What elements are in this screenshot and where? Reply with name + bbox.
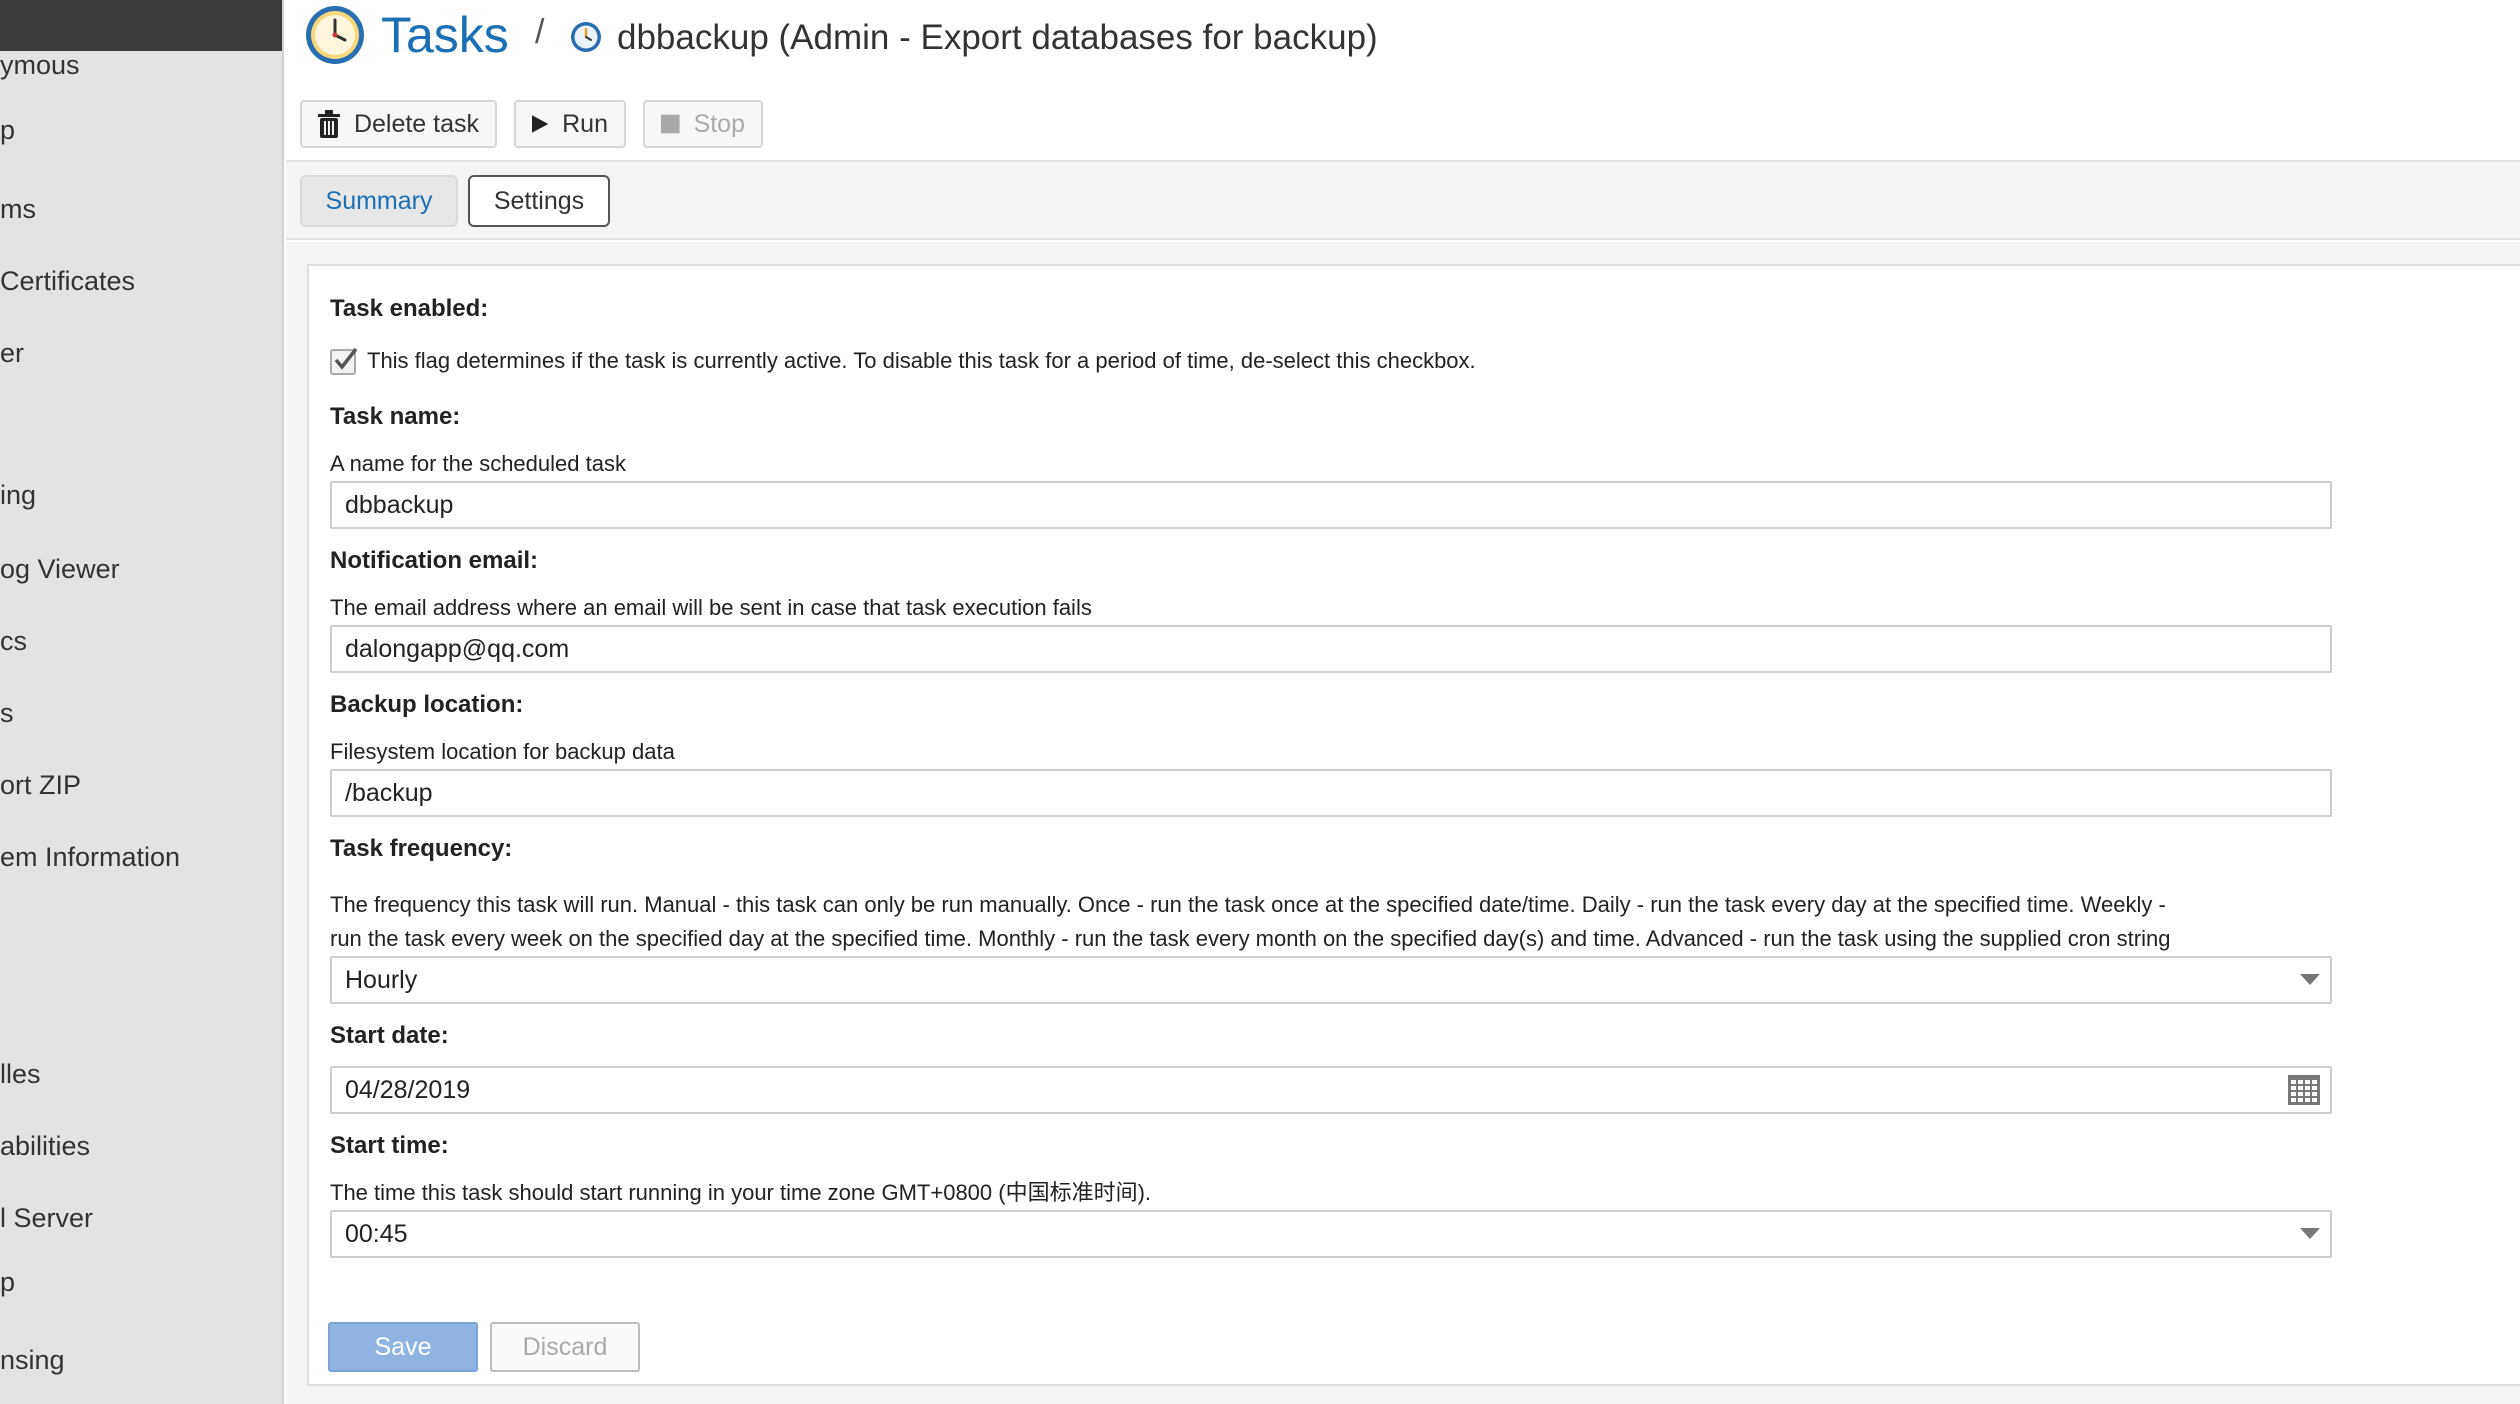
save-button[interactable]: Save — [328, 1322, 478, 1372]
start-date-input[interactable]: 04/28/2019 — [330, 1066, 2332, 1114]
sidebar-item[interactable]: ort ZIP — [0, 768, 81, 802]
sidebar-item[interactable]: ymous — [0, 48, 80, 82]
sidebar-item[interactable]: lles — [0, 1057, 41, 1091]
task-frequency-value: Hourly — [345, 965, 418, 994]
task-name-label: Task name: — [330, 403, 461, 430]
sidebar-top-bar — [0, 0, 282, 51]
breadcrumb-separator: / — [535, 13, 545, 51]
calendar-icon[interactable] — [2288, 1075, 2320, 1105]
discard-button[interactable]: Discard — [490, 1322, 640, 1372]
stop-button[interactable]: Stop — [643, 100, 763, 148]
settings-form: Task enabled: This flag determines if th… — [307, 264, 2520, 1386]
notification-email-input[interactable]: dalongapp@qq.com — [330, 625, 2332, 673]
sidebar-item[interactable]: p — [0, 1265, 15, 1299]
stop-label: Stop — [693, 109, 745, 138]
start-time-label: Start time: — [330, 1132, 449, 1159]
start-time-select[interactable]: 00:45 — [330, 1210, 2332, 1258]
sidebar: ymous p ms Certificates er ing og Viewer… — [0, 0, 284, 1404]
delete-task-label: Delete task — [353, 109, 479, 138]
start-date-label: Start date: — [330, 1022, 449, 1049]
sidebar-item[interactable]: og Viewer — [0, 552, 120, 586]
sidebar-item[interactable]: ing — [0, 478, 36, 512]
task-enabled-help: This flag determines if the task is curr… — [367, 348, 1476, 373]
sidebar-item[interactable]: s — [0, 696, 14, 730]
sidebar-item[interactable]: nsing — [0, 1343, 65, 1377]
sidebar-item[interactable]: l Server — [0, 1201, 93, 1235]
chevron-down-icon — [2300, 974, 2320, 986]
sidebar-item[interactable]: Certificates — [0, 264, 135, 298]
play-icon — [532, 115, 549, 133]
tab-settings[interactable]: Settings — [468, 175, 610, 227]
run-button[interactable]: Run — [514, 100, 626, 148]
chevron-down-icon — [2300, 1228, 2320, 1240]
clock-icon — [306, 6, 364, 64]
sidebar-item[interactable]: er — [0, 336, 24, 370]
task-name-value: dbbackup — [345, 490, 454, 519]
backup-location-label: Backup location: — [330, 691, 524, 718]
notification-email-label: Notification email: — [330, 547, 539, 574]
backup-location-input[interactable]: /backup — [330, 769, 2332, 817]
task-enabled-label: Task enabled: — [330, 295, 489, 322]
page-title: Tasks — [381, 7, 509, 63]
tab-summary[interactable]: Summary — [300, 175, 458, 227]
task-frequency-help: run the task every week on the specified… — [330, 926, 2171, 951]
tab-bar: Summary Settings — [286, 160, 2520, 240]
backup-location-value: /backup — [345, 778, 433, 807]
start-date-value: 04/28/2019 — [345, 1075, 471, 1104]
sidebar-item[interactable]: cs — [0, 624, 27, 658]
notification-email-help: The email address where an email will be… — [330, 595, 1092, 620]
task-name-help: A name for the scheduled task — [330, 451, 626, 476]
backup-location-help: Filesystem location for backup data — [330, 739, 675, 764]
task-frequency-select[interactable]: Hourly — [330, 956, 2332, 1004]
notification-email-value: dalongapp@qq.com — [345, 634, 570, 663]
sidebar-item[interactable]: ms — [0, 192, 36, 226]
task-frequency-help: The frequency this task will run. Manual… — [330, 892, 2166, 917]
breadcrumb: dbbackup (Admin - Export databases for b… — [617, 18, 1378, 57]
task-name-input[interactable]: dbbackup — [330, 481, 2332, 529]
task-frequency-label: Task frequency: — [330, 835, 513, 862]
sidebar-item[interactable]: em Information — [0, 840, 180, 874]
start-time-help: The time this task should start running … — [330, 1180, 1152, 1205]
start-time-value: 00:45 — [345, 1219, 408, 1248]
stop-icon — [661, 114, 680, 134]
trash-icon — [318, 110, 340, 138]
clock-icon — [571, 22, 601, 52]
task-enabled-checkbox[interactable] — [330, 347, 358, 375]
checkmark-icon — [334, 347, 358, 370]
run-label: Run — [562, 109, 608, 138]
delete-task-button[interactable]: Delete task — [300, 100, 497, 148]
sidebar-item[interactable]: p — [0, 113, 15, 147]
page-header: Tasks / dbbackup (Admin - Export databas… — [286, 0, 2520, 160]
sidebar-item[interactable]: abilities — [0, 1129, 90, 1163]
